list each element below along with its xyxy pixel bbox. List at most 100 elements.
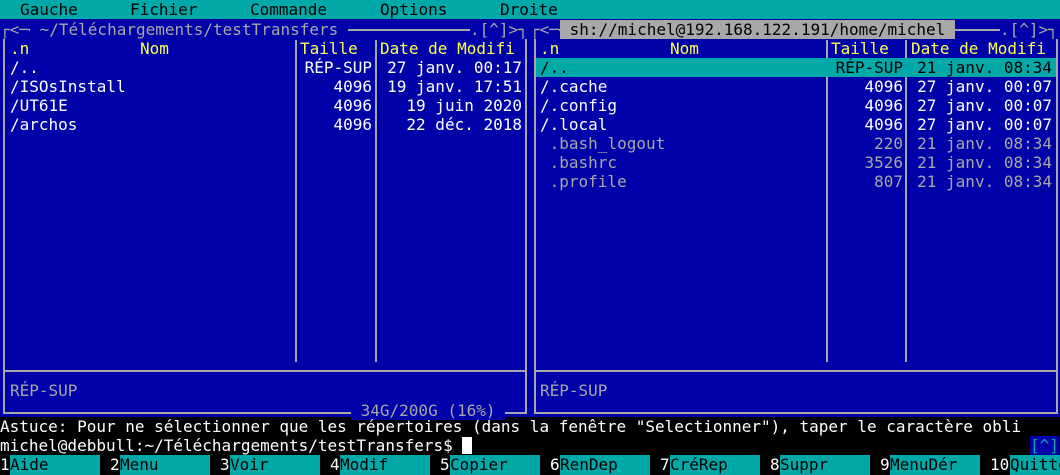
fkey-number: 2 bbox=[110, 455, 120, 474]
file-name: /.. bbox=[540, 58, 569, 77]
file-row[interactable]: /.cache 4096 27 janv. 00:07 bbox=[536, 77, 1056, 96]
left-header-size[interactable]: Taille bbox=[300, 39, 358, 58]
file-size: 4096 bbox=[864, 96, 903, 115]
menu-options[interactable]: Options bbox=[380, 0, 447, 19]
fkey-number: 3 bbox=[220, 455, 230, 474]
file-row[interactable]: /.config 4096 27 janv. 00:07 bbox=[536, 96, 1056, 115]
file-row[interactable]: /archos 4096 22 déc. 2018 bbox=[5, 115, 525, 134]
file-name: /.cache bbox=[540, 77, 608, 96]
file-name: /ISOsInstall bbox=[10, 77, 126, 96]
fkey-crérep[interactable]: 7 CréRep bbox=[660, 455, 770, 475]
hint-line: Astuce: Pour ne sélectionner que les rép… bbox=[0, 417, 1060, 436]
fkey-number: 5 bbox=[440, 455, 450, 474]
file-date: 27 janv. 00:07 bbox=[917, 77, 1052, 96]
left-sort-indicator[interactable]: .n bbox=[10, 39, 29, 58]
prompt-text: michel@debbull:~/Téléchargements/testTra… bbox=[0, 436, 463, 455]
menu-bar: Gauche Fichier Commande Options Droite bbox=[0, 0, 1060, 19]
fkey-menu[interactable]: 2 Menu bbox=[110, 455, 220, 475]
fkey-quitter[interactable]: 10Quitter bbox=[990, 455, 1060, 475]
left-status-line: RÉP-SUP bbox=[10, 381, 78, 400]
file-row[interactable]: /UT61E 4096 19 juin 2020 bbox=[5, 96, 525, 115]
file-row[interactable]: /ISOsInstall 4096 19 janv. 17:51 bbox=[5, 77, 525, 96]
right-panel[interactable]: ┌<─ sh://michel@192.168.122.191/home/mic… bbox=[530, 19, 1060, 417]
file-date: 22 déc. 2018 bbox=[406, 115, 522, 134]
fkey-number: 6 bbox=[550, 455, 560, 474]
fkey-label: RenDep bbox=[560, 455, 650, 475]
file-size: 807 bbox=[874, 172, 903, 191]
file-date: 27 janv. 00:17 bbox=[387, 58, 522, 77]
fkey-number: 1 bbox=[0, 455, 10, 474]
file-row[interactable]: .profile 807 21 janv. 08:34 bbox=[536, 172, 1056, 191]
file-name: /archos bbox=[10, 115, 78, 134]
file-row[interactable]: .bash_logout 220 21 janv. 08:34 bbox=[536, 134, 1056, 153]
left-panel-path[interactable]: ~/Téléchargements/testTransfers bbox=[30, 20, 348, 39]
fkey-modif[interactable]: 4 Modif bbox=[330, 455, 440, 475]
subshell-indicator[interactable]: [^] bbox=[1030, 436, 1059, 455]
fkey-label: Suppr bbox=[780, 455, 870, 475]
file-name: /.config bbox=[540, 96, 618, 115]
fkey-suppr[interactable]: 8 Suppr bbox=[770, 455, 880, 475]
file-date: 21 janv. 08:34 bbox=[917, 172, 1052, 191]
left-panel-corner-buttons[interactable]: .[^]>┐ bbox=[470, 20, 528, 39]
right-sort-indicator[interactable]: .n bbox=[540, 39, 559, 58]
fkey-number: 4 bbox=[330, 455, 340, 474]
file-size: 4096 bbox=[333, 96, 372, 115]
file-date: 21 janv. 08:34 bbox=[917, 153, 1052, 172]
left-header-date[interactable]: Date de Modifi bbox=[380, 39, 515, 58]
fkey-label: Voir bbox=[230, 455, 320, 475]
right-header-name[interactable]: Nom bbox=[670, 39, 699, 58]
file-size: 3526 bbox=[864, 153, 903, 172]
file-date: 27 janv. 00:07 bbox=[917, 96, 1052, 115]
right-header-size[interactable]: Taille bbox=[831, 39, 889, 58]
fkey-menudér[interactable]: 9 MenuDér bbox=[880, 455, 990, 475]
menu-gauche[interactable]: Gauche bbox=[20, 0, 78, 19]
fkey-number: 8 bbox=[770, 455, 780, 474]
menu-fichier[interactable]: Fichier bbox=[130, 0, 197, 19]
fkey-label: Copier bbox=[450, 455, 540, 475]
left-panel-history-button[interactable]: ┌<─ bbox=[0, 20, 29, 39]
file-size: 220 bbox=[874, 134, 903, 153]
fkey-copier[interactable]: 5 Copier bbox=[440, 455, 550, 475]
menu-droite[interactable]: Droite bbox=[500, 0, 558, 19]
file-size: 4096 bbox=[864, 77, 903, 96]
menu-commande[interactable]: Commande bbox=[250, 0, 327, 19]
file-row[interactable]: /.. RÉP-SUP 21 janv. 08:34 bbox=[536, 58, 1056, 77]
function-key-bar: 1 Aide 2 Menu 3 Voir 4 Modif 5 Copier 6 RenDep 7 CréR… bbox=[0, 455, 1060, 475]
file-name: .profile bbox=[540, 172, 627, 191]
fkey-rendep[interactable]: 6 RenDep bbox=[550, 455, 660, 475]
right-panel-history-button[interactable]: ┌<─ bbox=[530, 20, 559, 39]
file-name: /.. bbox=[10, 58, 39, 77]
fkey-label: Quitter bbox=[1010, 455, 1060, 475]
file-row[interactable]: /.local 4096 27 janv. 00:07 bbox=[536, 115, 1056, 134]
file-date: 21 janv. 08:34 bbox=[917, 58, 1052, 77]
file-date: 27 janv. 00:07 bbox=[917, 115, 1052, 134]
right-panel-path[interactable]: sh://michel@192.168.122.191/home/michel bbox=[560, 20, 955, 39]
file-size: RÉP-SUP bbox=[304, 58, 372, 77]
file-size: 4096 bbox=[864, 115, 903, 134]
file-row[interactable]: /.. RÉP-SUP 27 janv. 00:17 bbox=[5, 58, 525, 77]
fkey-aide[interactable]: 1 Aide bbox=[0, 455, 110, 475]
right-header-date[interactable]: Date de Modifi bbox=[911, 39, 1046, 58]
left-header-name[interactable]: Nom bbox=[140, 39, 169, 58]
fkey-label: MenuDér bbox=[890, 455, 980, 475]
file-row[interactable]: .bashrc 3526 21 janv. 08:34 bbox=[536, 153, 1056, 172]
fkey-label: Menu bbox=[120, 455, 210, 475]
fkey-label: CréRep bbox=[670, 455, 760, 475]
file-date: 19 janv. 17:51 bbox=[387, 77, 522, 96]
fkey-number: 7 bbox=[660, 455, 670, 474]
file-size: RÉP-SUP bbox=[835, 58, 903, 77]
left-status-divider bbox=[5, 370, 525, 372]
right-panel-corner-buttons[interactable]: .[^]>┐ bbox=[1000, 20, 1058, 39]
left-panel[interactable]: ┌<─ ~/Téléchargements/testTransfers .[^]… bbox=[0, 19, 530, 420]
fkey-voir[interactable]: 3 Voir bbox=[220, 455, 330, 475]
file-name: .bash_logout bbox=[540, 134, 666, 153]
file-size: 4096 bbox=[333, 115, 372, 134]
fkey-number: 10 bbox=[990, 455, 1010, 474]
right-status-line: RÉP-SUP bbox=[540, 381, 608, 400]
command-line[interactable]: michel@debbull:~/Téléchargements/testTra… bbox=[0, 436, 1060, 455]
hint-text: Astuce: Pour ne sélectionner que les rép… bbox=[0, 417, 1022, 436]
file-size: 4096 bbox=[333, 77, 372, 96]
fkey-number: 9 bbox=[880, 455, 890, 474]
right-status-divider bbox=[536, 370, 1056, 372]
file-date: 19 juin 2020 bbox=[406, 96, 522, 115]
